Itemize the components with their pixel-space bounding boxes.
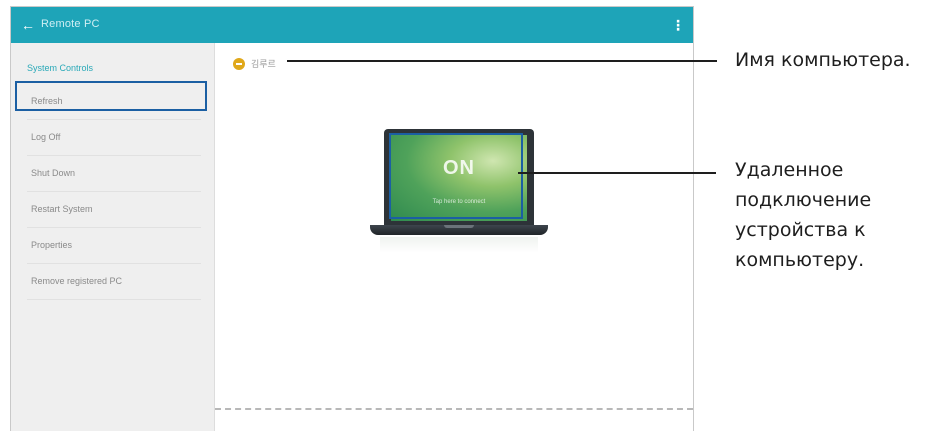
pc-status-icon xyxy=(233,58,245,70)
app-bar: ← Remote PC ⋮ xyxy=(11,7,693,43)
on-label: ON xyxy=(443,157,475,179)
sidebar-item-label: Shut Down xyxy=(31,168,76,178)
annotation-pc-name: Имя компьютера. xyxy=(735,49,911,71)
sidebar-item-restart-system[interactable]: Restart System xyxy=(27,191,201,228)
pc-name-leader-line xyxy=(287,60,717,62)
laptop-screen: ON Tap here to connect xyxy=(384,129,534,225)
sidebar-section-title: System Controls xyxy=(27,63,94,73)
app-title: Remote PC xyxy=(41,18,100,30)
tap-to-connect-label: Tap here to connect xyxy=(432,199,486,205)
laptop-reflection xyxy=(380,237,538,253)
sidebar-item-shut-down[interactable]: Shut Down xyxy=(27,155,201,192)
laptop-display[interactable]: ON Tap here to connect xyxy=(391,135,527,221)
sidebar-item-remove-registered-pc[interactable]: Remove registered PC xyxy=(27,263,201,300)
sidebar-item-log-off[interactable]: Log Off xyxy=(27,119,201,156)
sidebar-item-label: Log Off xyxy=(31,132,61,142)
laptop-illustration[interactable]: ON Tap here to connect xyxy=(370,129,550,253)
main-content: 김루르 ON Tap here to connect xyxy=(215,43,693,431)
pc-name: 김루르 xyxy=(251,59,276,69)
sidebar-item-label: Restart System xyxy=(31,204,93,214)
more-options-icon[interactable]: ⋮ xyxy=(671,15,685,35)
annotation-remote-connect: Удаленное подключение устройства к компь… xyxy=(735,159,872,271)
tablet-screen: ← Remote PC ⋮ System Controls Refresh Lo… xyxy=(10,6,694,431)
sidebar-item-label: Properties xyxy=(31,240,73,250)
remote-connect-leader-line xyxy=(518,172,716,174)
sidebar-item-properties[interactable]: Properties xyxy=(27,227,201,264)
refresh-highlight-frame xyxy=(15,81,207,111)
dashed-divider xyxy=(215,408,693,410)
laptop-notch xyxy=(444,225,474,228)
sidebar-item-label: Remove registered PC xyxy=(31,276,123,286)
back-arrow-icon[interactable]: ← xyxy=(19,15,37,35)
